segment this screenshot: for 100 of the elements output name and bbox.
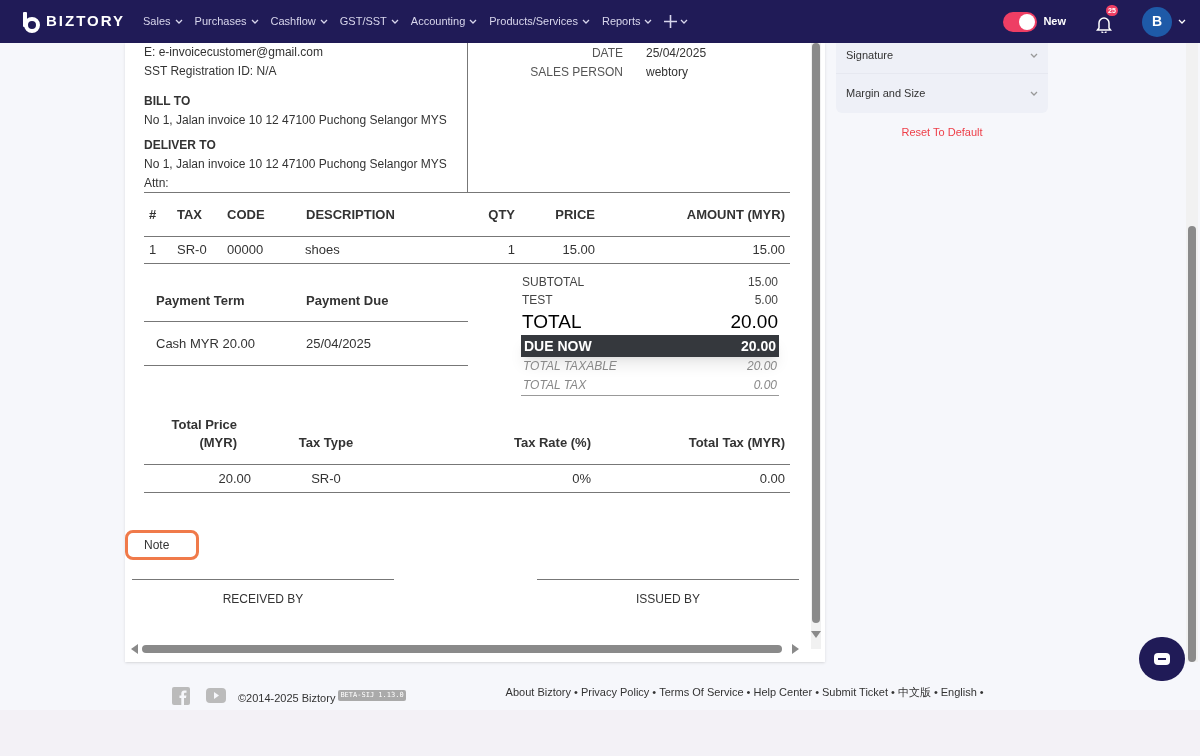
scrollbar-thumb[interactable]	[812, 43, 820, 623]
column-header: DESCRIPTION	[305, 205, 396, 224]
meta-value: 25/04/2025	[646, 45, 707, 62]
column-header: #	[149, 205, 158, 224]
table-cell-text: 15.00	[561, 241, 595, 260]
column-header: Total Price (MYR)	[170, 416, 238, 452]
total-value: 20.00	[730, 310, 778, 334]
nav-menu[interactable]: Sales	[143, 13, 183, 30]
section-heading: DELIVER TO	[144, 137, 217, 154]
nav-menu[interactable]: GST/SST	[339, 13, 399, 30]
caret-icon	[680, 19, 689, 24]
column-header: CODE	[227, 205, 266, 224]
scroll-right-arrow[interactable]	[792, 644, 799, 654]
attn-label: Attn:	[144, 175, 170, 192]
copyright-text: ©2014-2025 Biztory	[238, 691, 336, 706]
column-header: Payment Term	[156, 291, 246, 310]
footer-link[interactable]: Help Center	[753, 684, 813, 701]
add-menu-button[interactable]	[664, 15, 689, 28]
nav-menu[interactable]: Purchases	[194, 13, 259, 30]
scroll-left-arrow[interactable]	[131, 644, 138, 654]
section-heading: BILL TO	[144, 93, 192, 110]
facebook-icon[interactable]	[172, 687, 190, 705]
total-value: 0.00	[753, 377, 777, 394]
meta-label: SALES PERSON	[529, 64, 623, 81]
logo-text: BIZTORY	[46, 11, 125, 32]
address-text: No 1, Jalan invoice 10 12 47100 Puchong Selangor MYS	[144, 112, 448, 129]
caret-icon	[469, 19, 478, 24]
total-value: 20.00	[740, 337, 776, 356]
customer-detail: SST Registration ID: N/A	[144, 63, 278, 80]
separator-dot: •	[651, 685, 658, 700]
nav-menu[interactable]: Cashflow	[270, 13, 328, 30]
caret-icon	[644, 19, 653, 24]
total-label: SUBTOTAL	[522, 274, 585, 291]
footer-link[interactable]: Privacy Policy	[580, 684, 650, 701]
footer-link[interactable]: Terms Of Service	[659, 684, 744, 701]
column-header: Total Tax (MYR)	[687, 433, 785, 452]
separator-dot: •	[814, 685, 820, 700]
address-text: No 1, Jalan invoice 10 12 47100 Puchong Selangor MYS	[144, 156, 448, 173]
meta-value: webtory	[646, 64, 689, 81]
column-header: AMOUNT (MYR)	[685, 205, 785, 224]
total-label: TEST	[522, 292, 553, 309]
nav-menu[interactable]: Accounting	[410, 13, 478, 30]
separator-dot: •	[745, 685, 752, 700]
separator-dot: •	[573, 685, 579, 700]
total-label: TOTAL TAXABLE	[523, 358, 617, 375]
footer-link[interactable]: Submit Ticket	[822, 684, 889, 701]
table-cell-text: 20.00	[217, 469, 251, 488]
table-cell-text: Cash MYR 20.00	[156, 334, 256, 353]
table-cell-text: 00000	[227, 241, 265, 260]
logo-icon	[20, 10, 42, 33]
caret-icon	[174, 19, 183, 24]
toggle-switch[interactable]	[1003, 11, 1038, 32]
caret-icon	[390, 19, 399, 24]
column-header: TAX	[177, 205, 204, 224]
table-cell-text: 1	[506, 241, 515, 260]
total-value: 15.00	[747, 274, 778, 291]
footer-link[interactable]: 中文版	[897, 684, 931, 701]
signature-line: RECEIVED BY	[132, 579, 394, 608]
nav-menu[interactable]: Reports	[601, 13, 653, 30]
note-label: Note	[144, 537, 170, 554]
table-cell-text: SR-0	[310, 469, 342, 488]
meta-label: DATE	[590, 45, 623, 62]
table-cell-text: 25/04/2025	[306, 334, 373, 353]
total-label: TOTAL TAX	[523, 377, 587, 394]
chat-button[interactable]	[1139, 637, 1185, 681]
bell-icon[interactable]	[1096, 15, 1112, 33]
video-play-icon[interactable]	[206, 688, 226, 703]
user-avatar[interactable]: B	[1142, 6, 1172, 37]
table-cell-text: 15.00	[751, 241, 785, 260]
customer-detail: E: e-invoicecustomer@gmail.com	[144, 44, 324, 61]
table-cell-text: 0%	[571, 469, 591, 488]
scroll-down-arrow[interactable]	[811, 631, 821, 638]
table-cell-text: 1	[149, 241, 158, 260]
accordion-header[interactable]: Signature	[836, 43, 1048, 73]
reset-link[interactable]: Reset To Default	[836, 124, 1048, 141]
total-label: DUE NOW	[524, 337, 592, 356]
separator-dot: •	[890, 685, 896, 700]
footer-link[interactable]: English	[940, 684, 977, 701]
chevron-icon	[1030, 52, 1038, 58]
caret-icon[interactable]	[1178, 19, 1186, 24]
accordion-header[interactable]: Margin and Size	[836, 73, 1048, 113]
chevron-icon	[1030, 91, 1038, 96]
plus-icon	[664, 15, 678, 28]
table-cell-text: 0.00	[758, 469, 785, 488]
total-value: 5.00	[754, 292, 778, 309]
column-header: Payment Due	[306, 291, 390, 310]
separator-dot: •	[932, 685, 939, 700]
column-header: Tax Rate (%)	[512, 433, 591, 452]
total-value: 20.00	[746, 358, 777, 375]
footer-link[interactable]: About Biztory	[505, 684, 572, 701]
scrollbar-thumb[interactable]	[142, 645, 782, 653]
column-header: PRICE	[554, 205, 595, 224]
table-cell-text: shoes	[305, 241, 341, 260]
scrollbar-thumb[interactable]	[1188, 226, 1196, 662]
column-header: Tax Type	[297, 433, 355, 452]
table-cell-text: SR-0	[177, 241, 208, 260]
caret-icon	[250, 19, 259, 24]
separator-dot: •	[978, 685, 985, 700]
nav-menu[interactable]: Products/Services	[489, 13, 590, 30]
toggle-label: New	[1043, 14, 1066, 30]
